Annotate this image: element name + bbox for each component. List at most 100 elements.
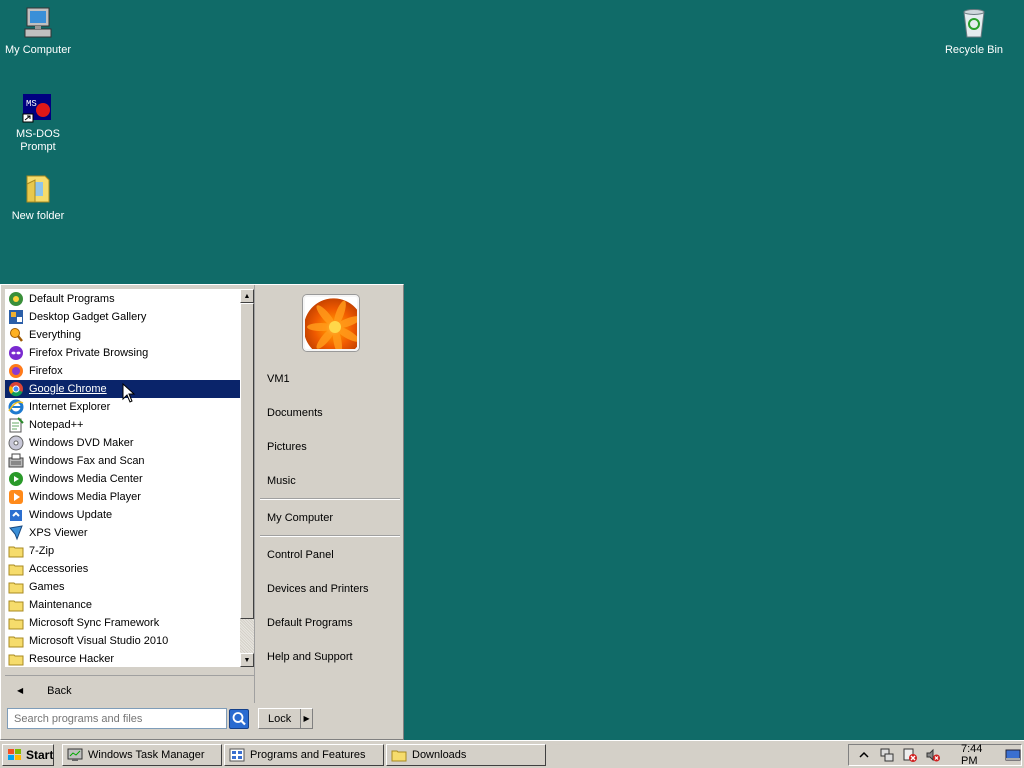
task-windows-task-manager[interactable]: Windows Task Manager	[62, 744, 222, 766]
desktop-icon-ms-dos-prompt[interactable]: MS MS-DOS Prompt	[0, 90, 76, 154]
folder-icon	[8, 543, 24, 559]
program-item[interactable]: Resource Hacker	[5, 650, 240, 667]
mouse-cursor-icon	[122, 383, 136, 403]
folder-icon	[8, 579, 24, 595]
task-label: Windows Task Manager	[88, 749, 205, 761]
windows-logo-icon	[7, 748, 23, 762]
show-hidden-icons-chevron-icon[interactable]	[856, 747, 872, 763]
lock-button[interactable]: Lock ▶	[258, 708, 313, 729]
desktop-icon-label: MS-DOS Prompt	[16, 128, 60, 153]
system-tray: 7:44 PM	[848, 743, 1022, 767]
desktop-icon-my-computer[interactable]: My Computer	[0, 6, 76, 57]
program-item-label: Windows Fax and Scan	[29, 455, 145, 467]
start-button[interactable]: Start	[2, 744, 54, 766]
right-item-pictures[interactable]: Pictures	[267, 441, 307, 457]
program-item-label: Notepad++	[29, 419, 84, 431]
volume-muted-icon[interactable]	[925, 747, 941, 763]
program-item[interactable]: Windows Media Center	[5, 470, 240, 488]
program-item[interactable]: Games	[5, 578, 240, 596]
scroll-down-button[interactable]: ▼	[240, 653, 254, 667]
firefox-private-icon	[8, 345, 24, 361]
program-item-label: 7-Zip	[29, 545, 55, 557]
program-item-label: Windows Media Player	[29, 491, 141, 503]
programs-features-icon	[229, 748, 245, 762]
right-separator	[260, 535, 400, 537]
program-item-label: Windows Media Center	[29, 473, 143, 485]
start-menu-right-panel: VM1 Documents Pictures Music My Computer…	[254, 285, 403, 703]
right-item-control-panel[interactable]: Control Panel	[267, 549, 334, 565]
program-item-label: Firefox	[29, 365, 63, 377]
ms-dos-icon: MS	[21, 90, 55, 124]
fax-icon	[8, 453, 24, 469]
task-programs-and-features[interactable]: Programs and Features	[224, 744, 384, 766]
scroll-thumb[interactable]	[240, 303, 254, 619]
program-item[interactable]: Microsoft Sync Framework	[5, 614, 240, 632]
right-item-documents[interactable]: Documents	[267, 407, 323, 423]
program-item[interactable]: Windows Update	[5, 506, 240, 524]
folder-icon	[391, 748, 407, 762]
program-item[interactable]: Microsoft Visual Studio 2010	[5, 632, 240, 650]
my-computer-icon	[21, 6, 55, 40]
recycle-bin-icon	[957, 6, 991, 40]
folder-icon	[8, 561, 24, 577]
show-desktop-icon[interactable]	[1005, 747, 1021, 763]
program-item[interactable]: XPS Viewer	[5, 524, 240, 542]
program-item[interactable]: Firefox	[5, 362, 240, 380]
back-button[interactable]: ◀ Back	[5, 675, 254, 705]
right-item-music[interactable]: Music	[267, 475, 296, 491]
program-item-label: XPS Viewer	[29, 527, 88, 539]
back-label: Back	[47, 684, 72, 697]
lock-options-arrow-icon[interactable]: ▶	[300, 709, 312, 728]
start-label: Start	[26, 748, 54, 762]
folder-icon	[8, 597, 24, 613]
action-center-icon[interactable]	[902, 747, 918, 763]
firefox-icon	[8, 363, 24, 379]
network-icon[interactable]	[879, 747, 895, 763]
program-item[interactable]: Everything	[5, 326, 240, 344]
right-item-my-computer[interactable]: My Computer	[267, 512, 333, 528]
program-item[interactable]: Accessories	[5, 560, 240, 578]
program-item[interactable]: Windows Media Player	[5, 488, 240, 506]
programs-panel: Default Programs Desktop Gadget Gallery Ev…	[3, 287, 254, 739]
media-center-icon	[8, 471, 24, 487]
program-item-label: Everything	[29, 329, 81, 341]
program-item-label: Maintenance	[29, 599, 92, 611]
right-item-default-programs[interactable]: Default Programs	[267, 617, 353, 633]
program-item[interactable]: Default Programs	[5, 290, 240, 308]
program-item[interactable]: 7-Zip	[5, 542, 240, 560]
program-item[interactable]: Notepad++	[5, 416, 240, 434]
windows-update-icon	[8, 507, 24, 523]
desktop-icon-new-folder[interactable]: New folder	[0, 172, 76, 223]
right-item-help-support[interactable]: Help and Support	[267, 651, 353, 667]
clock[interactable]: 7:44 PM	[961, 743, 997, 767]
program-item[interactable]: Maintenance	[5, 596, 240, 614]
desktop-icon-label: My Computer	[4, 44, 72, 56]
default-programs-icon	[8, 291, 24, 307]
search-button[interactable]	[229, 709, 249, 729]
right-item-user[interactable]: VM1	[267, 373, 290, 389]
desktop-icon-recycle-bin[interactable]: Recycle Bin	[936, 6, 1012, 57]
lock-label: Lock	[267, 712, 292, 725]
program-item[interactable]: Windows Fax and Scan	[5, 452, 240, 470]
program-item-label: Firefox Private Browsing	[29, 347, 149, 359]
program-item-label: Microsoft Visual Studio 2010	[29, 635, 169, 647]
task-downloads[interactable]: Downloads	[386, 744, 546, 766]
program-item-label: Default Programs	[29, 293, 115, 305]
program-list: Default Programs Desktop Gadget Gallery Ev…	[5, 289, 240, 667]
program-item[interactable]: Windows DVD Maker	[5, 434, 240, 452]
right-item-devices-printers[interactable]: Devices and Printers	[267, 583, 369, 599]
program-list-scrollbar[interactable]: ▲ ▼	[240, 289, 254, 667]
program-item[interactable]: Firefox Private Browsing	[5, 344, 240, 362]
user-picture[interactable]	[303, 295, 359, 351]
desktop-icon-label: New folder	[11, 210, 65, 222]
taskbar: Start Windows Task Manager Programs and …	[0, 740, 1024, 768]
search-input[interactable]	[7, 708, 227, 729]
scroll-up-button[interactable]: ▲	[240, 289, 254, 303]
desktop-icon-label: Recycle Bin	[944, 44, 1004, 56]
folder-icon	[8, 615, 24, 631]
program-item[interactable]: Desktop Gadget Gallery	[5, 308, 240, 326]
chrome-icon	[8, 381, 24, 397]
folder-icon	[21, 172, 55, 206]
task-label: Programs and Features	[250, 749, 366, 761]
program-item-label: Accessories	[29, 563, 89, 575]
